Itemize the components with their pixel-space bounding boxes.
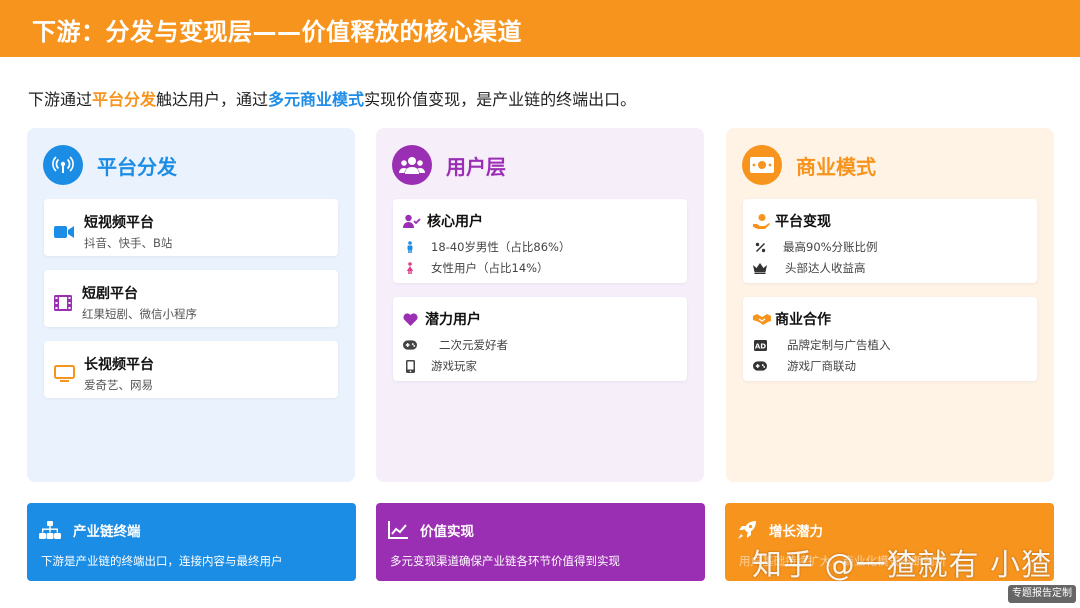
platform-monetize-top: 头部达人收益高 (785, 261, 866, 275)
platform-monetize-title: 平台变现 (775, 214, 831, 230)
short-drama-title: 短剧平台 (82, 286, 138, 302)
male-icon (403, 240, 417, 254)
list-item: AD 品牌定制与广告植入 (753, 337, 891, 353)
chain-terminal-card: 产业链终端 下游是产业链的终端出口，连接内容与最终用户 (27, 503, 356, 581)
tv-icon (54, 365, 76, 382)
user-check-icon (403, 214, 423, 228)
business-column: 商业模式 平台变现 最高90%分账比例 头部达人收益高 商业合作 AD 品牌定制… (726, 128, 1054, 482)
percent-icon (753, 240, 767, 254)
heart-icon (403, 312, 423, 326)
core-user-male: 18-40岁男性（占比86%） (431, 240, 571, 254)
short-video-card: 短视频平台 抖音、快手、B站 (44, 199, 338, 256)
gamepad-icon (403, 338, 417, 352)
value-realization-text: 多元变现渠道确保产业链各环节价值得到实现 (390, 554, 620, 568)
ad-icon: AD (753, 338, 767, 352)
intro-part-3: 实现价值变现，是产业链的终端出口。 (364, 90, 637, 109)
rocket-icon (737, 520, 757, 540)
sitemap-icon (39, 521, 61, 539)
core-user-female: 女性用户（占比14%） (431, 261, 549, 275)
user-column: 用户层 核心用户 18-40岁男性（占比86%） 女性用户（占比14%） 潜力用… (376, 128, 704, 482)
potential-user-gamer: 游戏玩家 (431, 359, 477, 373)
female-icon (403, 261, 417, 275)
long-video-sub: 爱奇艺、网易 (84, 378, 153, 392)
short-drama-sub: 红果短剧、微信小程序 (82, 307, 197, 321)
business-column-header: 商业模式 (742, 145, 876, 185)
cooperation-game: 游戏厂商联动 (787, 359, 856, 373)
platform-column-title: 平台分发 (97, 154, 177, 179)
intro-highlight-platform: 平台分发 (92, 90, 157, 109)
platform-monetize-card: 平台变现 最高90%分账比例 头部达人收益高 (743, 199, 1037, 283)
svg-text:AD: AD (754, 342, 765, 350)
cooperation-brand: 品牌定制与广告植入 (787, 338, 891, 352)
money-icon (742, 145, 782, 185)
list-item: 头部达人收益高 (753, 260, 878, 276)
platform-column: 平台分发 短视频平台 抖音、快手、B站 短剧平台 红果短剧、微信小程序 长视频平… (27, 128, 355, 482)
list-item: 二次元爱好者 (403, 337, 508, 353)
potential-user-title: 潜力用户 (425, 312, 481, 328)
short-video-title: 短视频平台 (84, 215, 154, 231)
chain-terminal-title: 产业链终端 (73, 524, 141, 540)
custom-report-tag[interactable]: 专题报告定制 (1008, 585, 1076, 603)
platform-monetize-share: 最高90%分账比例 (783, 240, 878, 254)
gamepad-icon (753, 359, 767, 373)
core-user-card: 核心用户 18-40岁男性（占比86%） 女性用户（占比14%） (393, 199, 687, 283)
list-item: 游戏玩家 (403, 358, 508, 374)
crown-icon (753, 261, 767, 275)
video-camera-icon (54, 225, 76, 239)
watermark: 知乎 @一猹就有 小猹 (752, 548, 1053, 583)
growth-potential-title: 增长潜力 (769, 524, 823, 540)
long-video-card: 长视频平台 爱奇艺、网易 (44, 341, 338, 398)
film-icon (54, 294, 76, 311)
short-drama-card: 短剧平台 红果短剧、微信小程序 (44, 270, 338, 327)
list-item: 游戏厂商联动 (753, 358, 891, 374)
chart-line-icon (388, 521, 408, 539)
cooperation-title: 商业合作 (775, 312, 831, 328)
mobile-icon (403, 359, 417, 373)
value-realization-title: 价值实现 (420, 524, 474, 540)
core-user-title: 核心用户 (427, 214, 483, 230)
long-video-title: 长视频平台 (84, 357, 154, 373)
user-column-header: 用户层 (392, 145, 506, 185)
intro-highlight-business: 多元商业模式 (268, 90, 365, 109)
list-item: 女性用户（占比14%） (403, 260, 570, 276)
chain-terminal-text: 下游是产业链的终端出口，连接内容与最终用户 (41, 554, 283, 568)
cooperation-card: 商业合作 AD 品牌定制与广告植入 游戏厂商联动 (743, 297, 1037, 381)
potential-user-card: 潜力用户 二次元爱好者 游戏玩家 (393, 297, 687, 381)
value-realization-card: 价值实现 多元变现渠道确保产业链各环节价值得到实现 (376, 503, 705, 581)
users-icon (392, 145, 432, 185)
intro-part-2: 触达用户，通过 (156, 90, 269, 109)
user-column-title: 用户层 (446, 154, 506, 179)
header-bar: 下游：分发与变现层——价值释放的核心渠道 (0, 0, 1080, 57)
intro-text: 下游通过平台分发触达用户，通过多元商业模式实现价值变现，是产业链的终端出口。 (28, 86, 636, 110)
hand-coin-icon (753, 213, 773, 229)
antenna-icon (43, 145, 83, 185)
list-item: 18-40岁男性（占比86%） (403, 239, 570, 255)
page-title: 下游：分发与变现层——价值释放的核心渠道 (32, 18, 522, 46)
potential-user-acg: 二次元爱好者 (439, 338, 508, 352)
handshake-icon (753, 313, 773, 325)
intro-part-1: 下游通过 (28, 90, 93, 109)
short-video-sub: 抖音、快手、B站 (84, 236, 173, 250)
list-item: 最高90%分账比例 (753, 239, 878, 255)
platform-column-header: 平台分发 (43, 145, 177, 185)
business-column-title: 商业模式 (796, 154, 876, 179)
